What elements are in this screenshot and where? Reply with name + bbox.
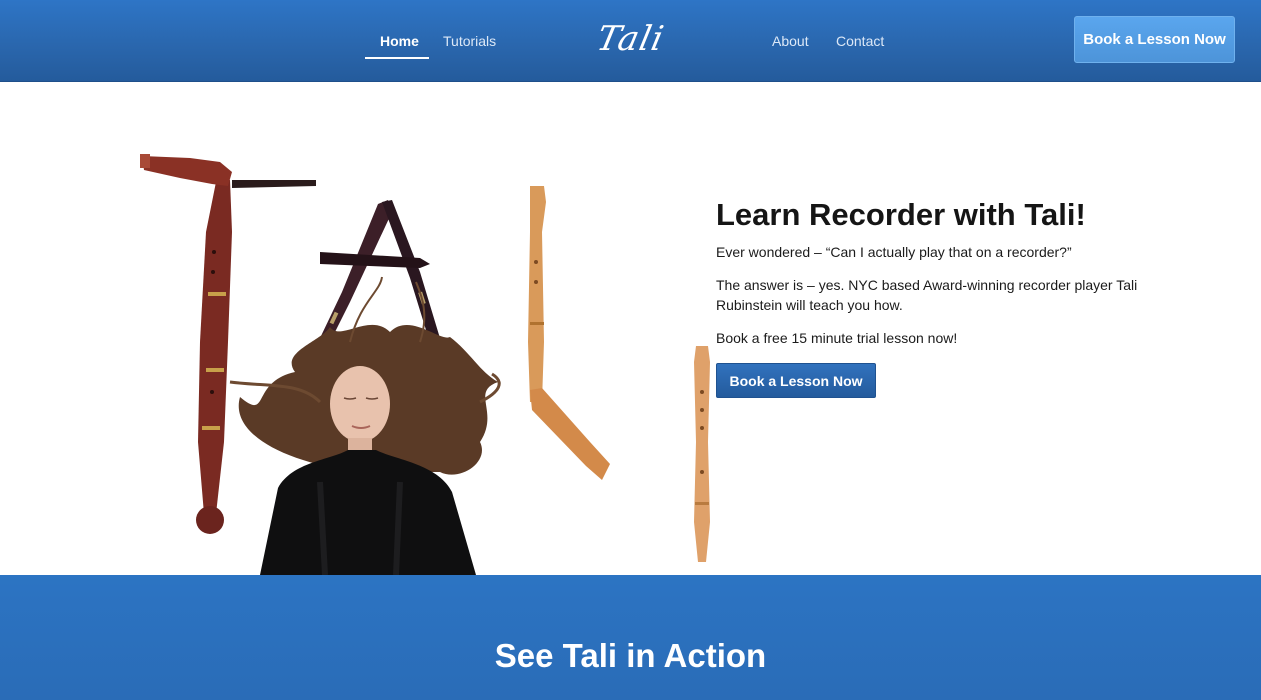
section-title: See Tali in Action (494, 637, 767, 674)
hero-section: Learn Recorder with Tali! Ever wondered … (0, 82, 1261, 575)
nav-active-underline (365, 57, 429, 59)
nav-about[interactable]: About (772, 33, 809, 49)
recorder-a-bar (320, 252, 430, 268)
hero-copy: Learn Recorder with Tali! Ever wondered … (716, 196, 1206, 398)
hero-paragraph-question: Ever wondered – “Can I actually play tha… (716, 244, 1072, 260)
nav-home[interactable]: Home (380, 33, 419, 49)
hero-title: Learn Recorder with Tali! (716, 197, 1086, 232)
hero-paragraph-answer: The answer is – yes. NYC based Award-win… (716, 277, 1138, 313)
hero-book-lesson-button[interactable]: Book a Lesson Now (716, 363, 876, 398)
see-tali-section: See Tali in Action (0, 575, 1261, 700)
hero-paragraph-trial: Book a free 15 minute trial lesson now! (716, 330, 958, 346)
site-header: Home Tutorials Tali Rubinstein About Con… (0, 0, 1261, 125)
recorder-i (694, 346, 710, 562)
header-book-lesson-button[interactable]: Book a Lesson Now (1074, 16, 1235, 63)
nav-tutorials[interactable]: Tutorials (443, 33, 496, 49)
site-logo[interactable]: Tali Rubinstein (514, 6, 740, 125)
nav-contact[interactable]: Contact (836, 33, 884, 49)
recorder-t-vertical (196, 180, 232, 534)
hero-recorders-image (140, 154, 710, 575)
recorder-l (528, 186, 610, 480)
recorder-t-horizontal (140, 154, 316, 188)
